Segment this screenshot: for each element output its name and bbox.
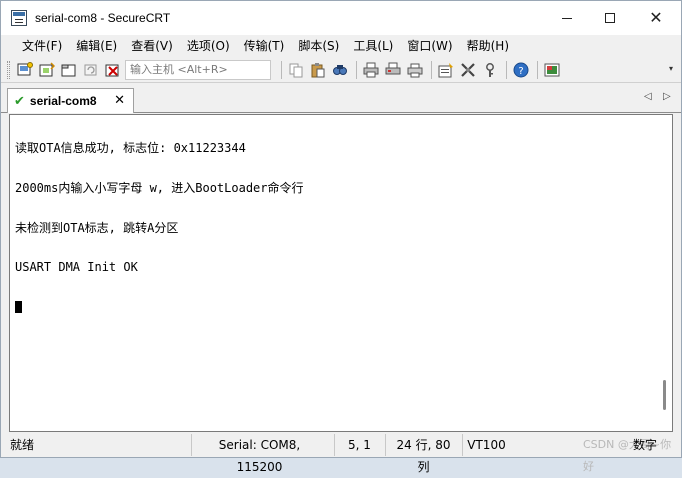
status-terminal-size: 24 行, 80 列 — [385, 434, 461, 474]
print-screen-icon[interactable] — [405, 60, 425, 80]
reconnect-icon[interactable] — [81, 60, 101, 80]
terminal-line: 读取OTA信息成功, 标志位: 0x11223344 — [15, 141, 246, 156]
tab-serial-com8[interactable]: ✔ serial-com8 ✕ — [7, 88, 134, 113]
quick-connect-input[interactable]: 输入主机 <Alt+R> — [125, 60, 271, 80]
status-numlock: 数字 — [633, 438, 658, 452]
text-cursor — [15, 300, 22, 313]
screenshot-icon[interactable] — [542, 60, 562, 80]
terminal-screen[interactable]: 读取OTA信息成功, 标志位: 0x11223344 2000ms内输入小写字母… — [9, 114, 673, 432]
toolbar-overflow-icon[interactable]: ▾ — [667, 64, 675, 78]
print-setup-icon[interactable] — [383, 60, 403, 80]
title-bar[interactable]: serial-com8 - SecureCRT ✕ — [1, 1, 681, 35]
terminal-line: 2000ms内输入小写字母 w, 进入BootLoader命令行 — [15, 181, 304, 196]
toolbar-separator — [431, 61, 432, 79]
terminal-line: 未检测到OTA标志, 跳转A分区 — [15, 220, 179, 235]
svg-text:?: ? — [518, 66, 523, 77]
maximize-button[interactable] — [587, 1, 633, 35]
close-window-button[interactable]: ✕ — [633, 1, 679, 35]
tab-scroll-left-icon[interactable]: ◁ — [644, 91, 652, 102]
copy-icon[interactable] — [286, 60, 306, 80]
global-options-icon[interactable] — [458, 60, 478, 80]
menu-options[interactable]: 选项(O) — [180, 35, 237, 57]
status-ready: 就绪 — [10, 438, 35, 452]
menu-edit[interactable]: 编辑(E) — [69, 35, 124, 57]
menu-tools[interactable]: 工具(L) — [346, 35, 400, 57]
toolbar-separator — [506, 61, 507, 79]
toolbar-grip[interactable] — [7, 61, 10, 79]
minimize-icon — [562, 17, 572, 19]
menu-window[interactable]: 窗口(W) — [400, 35, 459, 57]
terminal-scrollbar[interactable] — [657, 116, 671, 430]
toolbar-separator — [537, 61, 538, 79]
status-serial: Serial: COM8, 115200 — [191, 434, 327, 474]
terminal-line: USART DMA Init OK — [15, 260, 138, 275]
menu-file[interactable]: 文件(F) — [15, 35, 69, 57]
connected-check-icon: ✔ — [14, 93, 25, 109]
minimize-button[interactable] — [544, 1, 590, 35]
menu-bar: 文件(F) 编辑(E) 查看(V) 选项(O) 传输(T) 脚本(S) 工具(L… — [1, 35, 681, 57]
menu-help[interactable]: 帮助(H) — [460, 35, 516, 57]
close-icon: ✕ — [649, 8, 663, 27]
toolbar-separator — [356, 61, 357, 79]
terminal-output: 读取OTA信息成功, 标志位: 0x11223344 2000ms内输入小写字母… — [15, 116, 304, 340]
status-cursor-position: 5, 1 — [334, 434, 384, 456]
help-icon[interactable]: ? — [511, 60, 531, 80]
securecrt-app-icon — [11, 10, 27, 26]
tab-label: serial-com8 — [29, 94, 97, 108]
connect-tab-icon[interactable] — [59, 60, 79, 80]
disconnect-icon[interactable] — [103, 60, 123, 80]
scrollbar-thumb[interactable] — [663, 380, 666, 410]
toolbar: 输入主机 <Alt+R> ? ▾ — [1, 58, 681, 83]
menu-transfer[interactable]: 传输(T) — [237, 35, 292, 57]
session-tab-bar: ✔ serial-com8 ✕ ◁ ▷ — [1, 85, 681, 113]
terminal-cursor-line — [15, 300, 304, 314]
paste-icon[interactable] — [308, 60, 328, 80]
maximize-icon — [605, 13, 615, 23]
quick-connect-icon[interactable] — [37, 60, 57, 80]
menu-view[interactable]: 查看(V) — [124, 35, 180, 57]
tab-close-icon[interactable]: ✕ — [114, 93, 125, 108]
toolbar-separator — [281, 61, 282, 79]
print-icon[interactable] — [361, 60, 381, 80]
status-bar: 就绪 Serial: COM8, 115200 5, 1 24 行, 80 列 … — [1, 434, 681, 474]
session-options-icon[interactable] — [436, 60, 456, 80]
connect-icon[interactable] — [15, 60, 35, 80]
menu-script[interactable]: 脚本(S) — [291, 35, 346, 57]
window-title: serial-com8 - SecureCRT — [35, 11, 171, 25]
find-icon[interactable] — [330, 60, 350, 80]
status-emulation: VT100 — [462, 434, 510, 456]
keymap-icon[interactable] — [480, 60, 500, 80]
securecrt-window: serial-com8 - SecureCRT ✕ 文件(F) 编辑(E) 查看… — [0, 0, 682, 474]
tab-scroll-right-icon[interactable]: ▷ — [663, 91, 671, 102]
